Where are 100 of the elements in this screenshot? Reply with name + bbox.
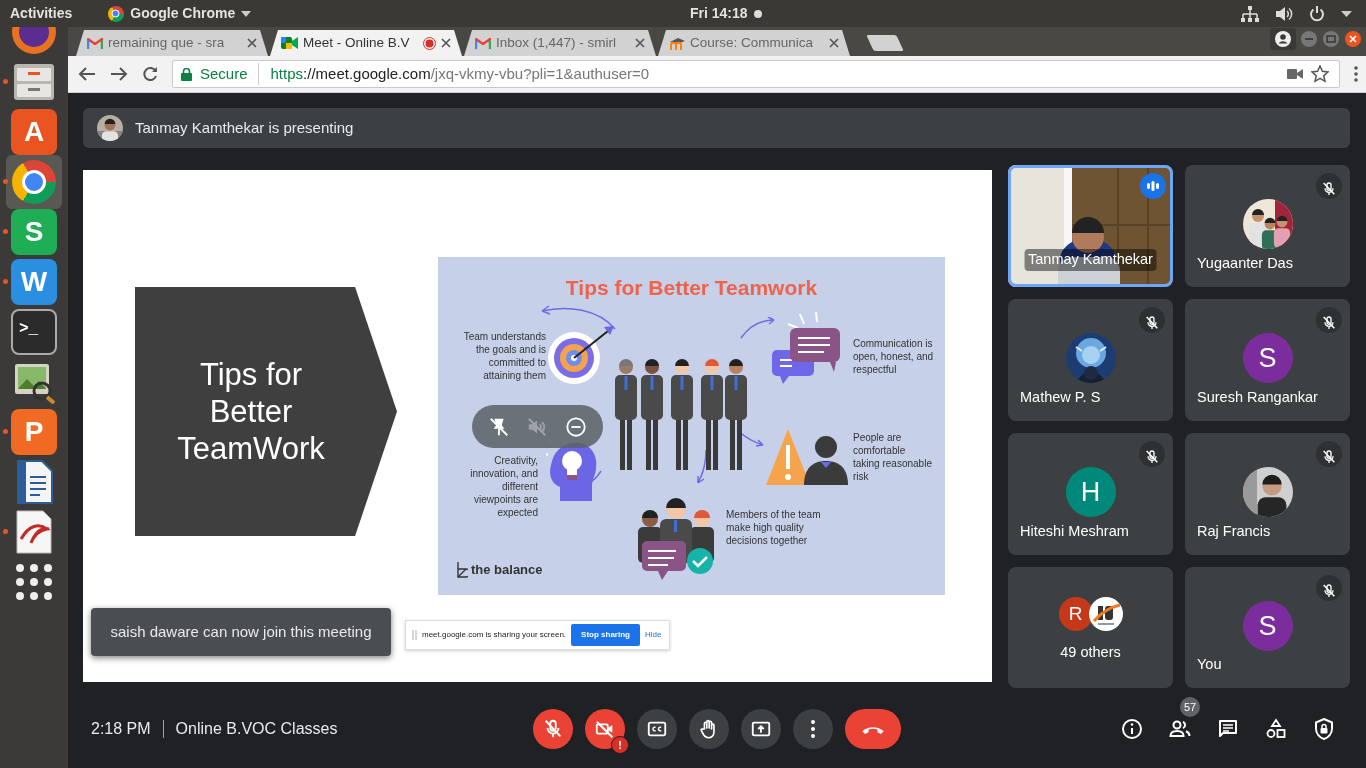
- participant-tile[interactable]: Tanmay Kamthekar: [1008, 165, 1173, 287]
- shapes-icon: [1264, 717, 1288, 741]
- infographic-heading: Tips for Better Teamwork: [564, 275, 819, 301]
- participant-name: 49 others: [1059, 643, 1122, 663]
- unpin-icon[interactable]: [488, 415, 511, 438]
- graduation-cap-icon: [669, 36, 685, 50]
- count-badge: 57: [1180, 697, 1200, 717]
- reload-icon[interactable]: [142, 66, 158, 82]
- host-controls-button[interactable]: [1312, 717, 1336, 741]
- clock-menu[interactable]: Fri 14:18: [680, 0, 772, 27]
- mic-off-icon: [1321, 449, 1337, 466]
- app-grid-icon: [15, 563, 53, 601]
- close-icon[interactable]: [635, 38, 645, 48]
- tip-text: Members of the team make high quality decisions together: [726, 508, 821, 547]
- avatar: R: [1058, 597, 1093, 631]
- app-menu[interactable]: Google Chrome: [98, 0, 262, 27]
- tip-text: People are comfortable taking reasonable risk: [853, 431, 933, 483]
- close-icon[interactable]: [247, 38, 257, 48]
- slide-title: Tips for Better TeamWork: [176, 356, 326, 467]
- browser-tab[interactable]: Meet - Online B.V: [270, 30, 462, 56]
- participant-name: Hiteshi Meshram: [1020, 522, 1129, 542]
- participant-name: Mathew P. S: [1020, 388, 1101, 408]
- app-launcher[interactable]: [6, 155, 62, 209]
- file-drawer-icon: [12, 62, 56, 102]
- participant-name: Suresh Rangankar: [1197, 388, 1318, 408]
- hide-link[interactable]: Hide: [644, 629, 662, 641]
- mic-off-icon: [542, 718, 564, 740]
- mic-off-icon: [1321, 181, 1337, 198]
- avatar: S: [1242, 601, 1293, 651]
- activities-button[interactable]: Activities: [0, 0, 83, 27]
- caret-icon: [241, 10, 252, 17]
- video-camera-icon: [281, 36, 298, 50]
- participant-tile[interactable]: Mathew P. S: [1008, 299, 1173, 421]
- microphone-button[interactable]: [533, 709, 573, 749]
- present-button[interactable]: [741, 709, 781, 749]
- browser-logo-icon: [108, 5, 125, 22]
- camera-icon[interactable]: [1287, 68, 1303, 80]
- alert-badge: !: [611, 736, 629, 754]
- participant-tile[interactable]: H Hiteshi Meshram: [1008, 433, 1173, 555]
- minus-circle-icon[interactable]: [564, 415, 587, 438]
- meeting-title: Online B.VOC Classes: [175, 719, 338, 739]
- network-icon[interactable]: [1241, 5, 1259, 22]
- pdf-reader-icon: [13, 509, 55, 555]
- curved-arrow: [740, 317, 776, 339]
- info-icon: [1120, 717, 1144, 741]
- power-icon[interactable]: [1309, 5, 1325, 22]
- browser-tab[interactable]: Course: Communica: [658, 30, 850, 56]
- participant-tile[interactable]: S Suresh Rangankar: [1185, 299, 1350, 421]
- more-options-button[interactable]: [793, 709, 833, 749]
- participant-name: You: [1197, 655, 1222, 675]
- participant-name: Tanmay Kamthekar: [1024, 249, 1157, 271]
- share-message: meet.google.com is sharing your screen.: [422, 629, 567, 641]
- meeting-details-button[interactable]: [1120, 717, 1144, 741]
- address-bar[interactable]: Secure https://meet.google.com/jxq-vkmy-vbu?pli=1&authuser=0: [172, 60, 1340, 88]
- participant-name: Yugaanter Das: [1197, 254, 1293, 274]
- browser-tab[interactable]: Inbox (1,447) - smirl: [464, 30, 656, 56]
- new-tab-button[interactable]: [866, 35, 904, 51]
- avatar: H: [1065, 467, 1116, 517]
- close-icon[interactable]: [1344, 30, 1362, 48]
- lock-icon: [181, 67, 192, 81]
- hang-up-icon: [861, 724, 885, 734]
- caret-icon[interactable]: [1341, 10, 1352, 17]
- activities-button[interactable]: [1264, 717, 1288, 741]
- presenting-text: Tanmay Kamthekar is presenting: [135, 117, 354, 138]
- tip-text: Team understands the goals and is committed to attaining them: [462, 330, 546, 382]
- mail-icon: [475, 37, 491, 49]
- document-icon: [14, 459, 54, 505]
- meeting-time: 2:18 PM: [91, 719, 151, 739]
- leave-call-button[interactable]: [845, 709, 901, 749]
- menu-icon[interactable]: [1354, 66, 1358, 82]
- participant-tile[interactable]: S You: [1185, 567, 1350, 688]
- mic-off-icon: [1144, 315, 1160, 332]
- stop-sharing-button[interactable]: Stop sharing: [571, 624, 640, 646]
- camera-off-icon: [594, 718, 616, 740]
- forward-icon[interactable]: [110, 66, 128, 82]
- back-icon[interactable]: [78, 66, 96, 82]
- balance-logo-icon: [456, 561, 468, 578]
- mic-off-icon: [1321, 583, 1337, 600]
- close-icon[interactable]: [441, 38, 451, 48]
- volume-icon[interactable]: [1275, 5, 1293, 22]
- browser-tab[interactable]: remaining que - sra: [76, 30, 268, 56]
- participant-name: Raj Francis: [1197, 522, 1271, 542]
- mail-icon: [87, 37, 103, 49]
- participant-tile[interactable]: R 49 others: [1008, 567, 1173, 688]
- participant-tile[interactable]: Yugaanter Das: [1185, 165, 1350, 287]
- captions-button[interactable]: [637, 709, 677, 749]
- notification-toast: saish daware can now join this meeting: [91, 608, 391, 656]
- raise-hand-button[interactable]: [689, 709, 729, 749]
- browser-logo-icon: [12, 160, 56, 204]
- camera-button[interactable]: [585, 709, 625, 749]
- close-icon[interactable]: [829, 38, 839, 48]
- mic-off-icon: [1321, 315, 1337, 332]
- participant-tile[interactable]: Raj Francis: [1185, 433, 1350, 555]
- tip-text: Communication is open, honest, and respectful: [853, 337, 935, 376]
- star-icon[interactable]: [1311, 65, 1329, 83]
- brand-name: the balance: [471, 563, 543, 576]
- drag-handle-icon[interactable]: [412, 630, 417, 640]
- more-options-icon: [811, 720, 815, 738]
- profile-icon[interactable]: [1270, 28, 1296, 50]
- shield-lock-icon: [1312, 717, 1336, 741]
